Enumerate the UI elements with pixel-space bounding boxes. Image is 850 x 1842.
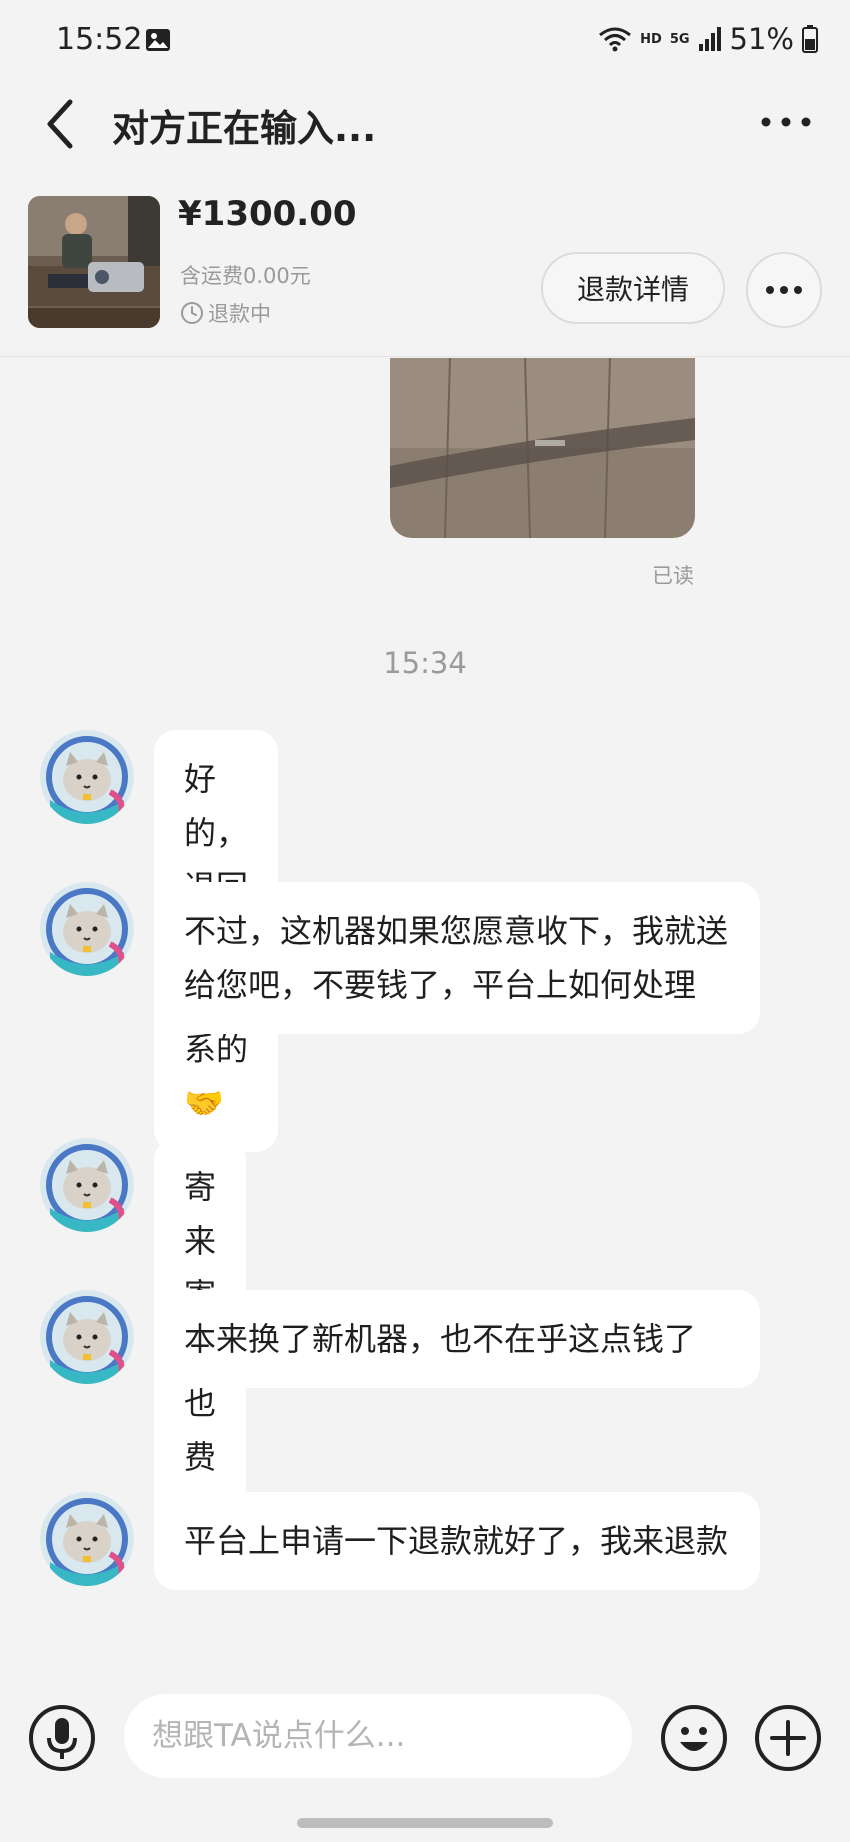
refund-status-label: 退款中 xyxy=(208,302,271,326)
more-dots-icon[interactable] xyxy=(756,102,816,142)
refund-detail-button[interactable]: 退款详情 xyxy=(541,252,725,324)
network-5g-indicator: 5G xyxy=(669,31,690,47)
battery-icon xyxy=(802,25,818,53)
avatar[interactable] xyxy=(40,730,134,824)
avatar[interactable] xyxy=(40,1492,134,1586)
emoji-icon[interactable] xyxy=(660,1704,728,1772)
message-input[interactable] xyxy=(124,1694,632,1778)
input-bar xyxy=(0,1690,850,1790)
battery-level: 51% xyxy=(729,22,794,56)
cat-avatar-icon xyxy=(40,730,134,824)
product-thumbnail[interactable] xyxy=(28,196,160,328)
status-time: 15:52 xyxy=(56,22,143,57)
back-arrow-icon[interactable] xyxy=(38,94,82,154)
plus-icon[interactable] xyxy=(754,1704,822,1772)
avatar[interactable] xyxy=(40,1138,134,1232)
wifi-icon xyxy=(599,27,632,52)
status-bar: 15:52 HD 5G 51% xyxy=(0,0,850,80)
microphone-icon[interactable] xyxy=(28,1704,96,1772)
message-text: 平台上申请一下退款就好了，我来退款 xyxy=(184,1522,729,1560)
cat-avatar-icon xyxy=(40,882,134,976)
avatar[interactable] xyxy=(40,882,134,976)
image-icon xyxy=(146,29,170,51)
message-bubble[interactable]: 平台上申请一下退款就好了，我来退款 xyxy=(154,1492,760,1590)
product-card[interactable]: ¥1300.00 含运费0.00元 退款中 退款详情 xyxy=(0,180,850,357)
clock-icon xyxy=(181,302,203,324)
product-price: ¥1300.00 xyxy=(178,194,357,234)
cat-avatar-icon xyxy=(40,1290,134,1384)
time-divider: 15:34 xyxy=(383,646,467,680)
card-more-button[interactable] xyxy=(746,252,822,328)
refund-status: 退款中 xyxy=(180,298,271,328)
message-bubble[interactable]: 本来换了新机器，也不在乎这点钱了 xyxy=(154,1290,760,1388)
signal-icon xyxy=(698,27,721,51)
message-bubble[interactable]: 不过，这机器如果您愿意收下，我就送给您吧，不要钱了，平台上如何处理 xyxy=(154,882,760,1034)
cat-avatar-icon xyxy=(40,1492,134,1586)
sent-photo[interactable] xyxy=(390,358,695,538)
home-indicator[interactable] xyxy=(297,1818,553,1828)
hd-indicator: HD xyxy=(640,31,662,47)
handshake-emoji: 🤝 xyxy=(184,1084,224,1122)
status-indicators: HD 5G 51% xyxy=(598,22,818,56)
avatar[interactable] xyxy=(40,1290,134,1384)
read-receipt: 已读 xyxy=(652,564,694,588)
message-text: 不过，这机器如果您愿意收下，我就送给您吧，不要钱了，平台上如何处理 xyxy=(184,912,729,1004)
cat-avatar-icon xyxy=(40,1138,134,1232)
more-dots-icon xyxy=(766,286,802,294)
message-text: 本来换了新机器，也不在乎这点钱了 xyxy=(184,1320,697,1358)
shipping-fee: 含运费0.00元 xyxy=(180,264,311,288)
chat-header: 对方正在输入... xyxy=(0,80,850,190)
chat-title: 对方正在输入... xyxy=(112,107,377,150)
